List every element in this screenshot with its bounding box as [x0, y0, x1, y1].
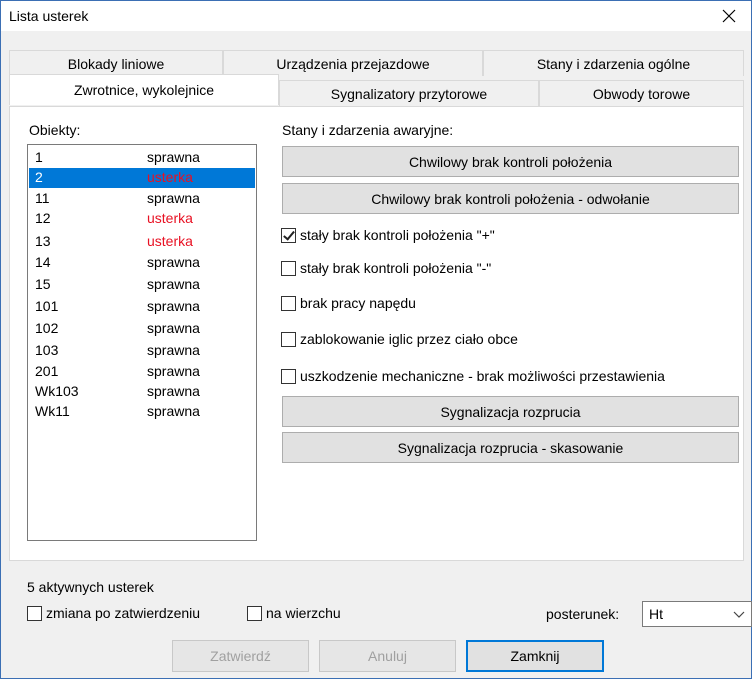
object-state: sprawna	[147, 342, 200, 358]
object-state: usterka	[147, 210, 193, 226]
checkbox[interactable]	[281, 331, 296, 347]
list-item[interactable]: 13 usterka	[29, 232, 255, 252]
check-permanent-no-control-minus[interactable]: stały brak kontroli położenia "-"	[281, 260, 491, 276]
tab-row-bottom: Zwrotnice, wykolejnice Sygnalizatory prz…	[9, 74, 744, 106]
dialog-window: Lista usterek Blokady liniowe Urządzenia…	[0, 0, 752, 679]
list-item[interactable]: Wk11 sprawna	[29, 402, 255, 422]
tab-label: Urządzenia przejazdowe	[276, 55, 430, 72]
temporary-no-position-control-revoke-button[interactable]: Chwilowy brak kontroli położenia - odwoł…	[282, 183, 739, 214]
checkbox[interactable]	[27, 605, 42, 621]
object-name: 12	[35, 210, 51, 226]
checkbox[interactable]	[247, 605, 262, 621]
checkbox-label: stały brak kontroli położenia "-"	[300, 260, 492, 276]
close-window-button[interactable]	[707, 1, 751, 31]
list-item[interactable]: 102 sprawna	[29, 319, 255, 339]
close-icon	[722, 9, 736, 23]
list-item[interactable]: 11 sprawna	[29, 189, 255, 209]
object-state: sprawna	[147, 254, 200, 270]
object-state: sprawna	[147, 276, 200, 292]
posterunek-label: posterunek:	[546, 606, 620, 622]
rupture-signal-reset-button[interactable]: Sygnalizacja rozprucia - skasowanie	[282, 432, 739, 463]
tab-row-top: Blokady liniowe Urządzenia przejazdowe S…	[9, 50, 744, 76]
title-bar: Lista usterek	[1, 1, 751, 31]
check-foreign-body-blocking[interactable]: zablokowanie iglic przez ciało obce	[281, 331, 518, 347]
object-state: usterka	[147, 169, 193, 185]
object-name: 102	[35, 320, 59, 336]
list-item[interactable]: 15 sprawna	[29, 275, 255, 295]
posterunek-select[interactable]: Ht	[642, 601, 752, 627]
window-title: Lista usterek	[9, 8, 89, 24]
object-state: sprawna	[147, 320, 200, 336]
object-state: sprawna	[147, 403, 200, 419]
chevron-down-icon	[733, 611, 745, 618]
object-name: 1	[35, 149, 43, 165]
check-mechanical-damage[interactable]: uszkodzenie mechaniczne - brak możliwośc…	[281, 368, 665, 384]
check-on-top[interactable]: na wierzchu	[247, 605, 341, 621]
checkbox-label: zmiana po zatwierdzeniu	[46, 605, 201, 621]
cancel-button[interactable]: Anuluj	[319, 640, 456, 672]
tab-label: Obwody torowe	[592, 85, 691, 102]
check-no-drive-work[interactable]: brak pracy napędu	[281, 295, 416, 311]
checkbox-label: zablokowanie iglic przez ciało obce	[300, 331, 518, 347]
checkbox[interactable]	[281, 260, 296, 276]
tab-label: Stany i zdarzenia ogólne	[536, 55, 691, 72]
list-item[interactable]: Wk103 sprawna	[29, 382, 255, 402]
object-state: sprawna	[147, 190, 200, 206]
checkbox[interactable]	[281, 295, 296, 311]
objects-listbox[interactable]: 1 sprawna 2 usterka 11 sprawna 12 usterk…	[27, 144, 257, 541]
list-item[interactable]: 201 sprawna	[29, 362, 255, 382]
list-item[interactable]: 101 sprawna	[29, 297, 255, 317]
object-state: sprawna	[147, 298, 200, 314]
tab-urzadzenia-przejazdowe[interactable]: Urządzenia przejazdowe	[223, 50, 483, 76]
object-state: sprawna	[147, 149, 200, 165]
tab-label: Zwrotnice, wykolejnice	[73, 82, 215, 98]
object-name: 14	[35, 254, 51, 270]
select-value: Ht	[649, 606, 663, 622]
close-button[interactable]: Zamknij	[466, 640, 604, 672]
tab-sygnalizatory-przytorowe[interactable]: Sygnalizatory przytorowe	[279, 80, 539, 106]
object-name: 2	[35, 169, 43, 185]
object-name: 103	[35, 342, 59, 358]
checkbox-label: na wierzchu	[266, 605, 341, 621]
list-item[interactable]: 103 sprawna	[29, 341, 255, 361]
checkbox[interactable]	[281, 368, 296, 384]
rupture-signal-button[interactable]: Sygnalizacja rozprucia	[282, 396, 739, 427]
states-label: Stany i zdarzenia awaryjne:	[282, 122, 454, 138]
check-change-after-confirm[interactable]: zmiana po zatwierdzeniu	[27, 605, 200, 621]
list-item[interactable]: 12 usterka	[29, 209, 255, 229]
tab-label: Blokady liniowe	[67, 55, 165, 72]
checkbox-label: brak pracy napędu	[300, 295, 416, 311]
object-state: sprawna	[147, 363, 200, 379]
tab-blokady-liniowe[interactable]: Blokady liniowe	[9, 50, 223, 76]
list-item[interactable]: 14 sprawna	[29, 253, 255, 273]
object-name: 13	[35, 233, 51, 249]
object-name: 101	[35, 298, 59, 314]
temporary-no-position-control-button[interactable]: Chwilowy brak kontroli położenia	[282, 146, 739, 177]
active-faults-count: 5 aktywnych usterek	[27, 579, 154, 595]
tab-stany-i-zdarzenia-ogolne[interactable]: Stany i zdarzenia ogólne	[483, 50, 744, 76]
object-name: 201	[35, 363, 59, 379]
list-item[interactable]: 1 sprawna	[29, 148, 255, 168]
checkbox[interactable]	[281, 227, 296, 243]
list-item-selected[interactable]: 2 usterka	[29, 168, 255, 188]
object-name: 11	[35, 190, 50, 206]
objects-label: Obiekty:	[29, 122, 81, 138]
check-permanent-no-control-plus[interactable]: stały brak kontroli położenia "+"	[281, 227, 495, 243]
object-name: Wk11	[35, 403, 70, 419]
checkbox-label: stały brak kontroli położenia "+"	[300, 227, 495, 243]
object-state: usterka	[147, 233, 193, 249]
tab-obwody-torowe[interactable]: Obwody torowe	[539, 80, 744, 106]
object-state: sprawna	[147, 383, 200, 399]
object-name: Wk103	[35, 383, 79, 399]
tab-label: Sygnalizatory przytorowe	[330, 85, 488, 102]
checkbox-label: uszkodzenie mechaniczne - brak możliwośc…	[300, 368, 665, 384]
tab-zwrotnice-wykolejnice[interactable]: Zwrotnice, wykolejnice	[9, 74, 279, 105]
confirm-button[interactable]: Zatwierdź	[172, 640, 309, 672]
object-name: 15	[35, 276, 51, 292]
